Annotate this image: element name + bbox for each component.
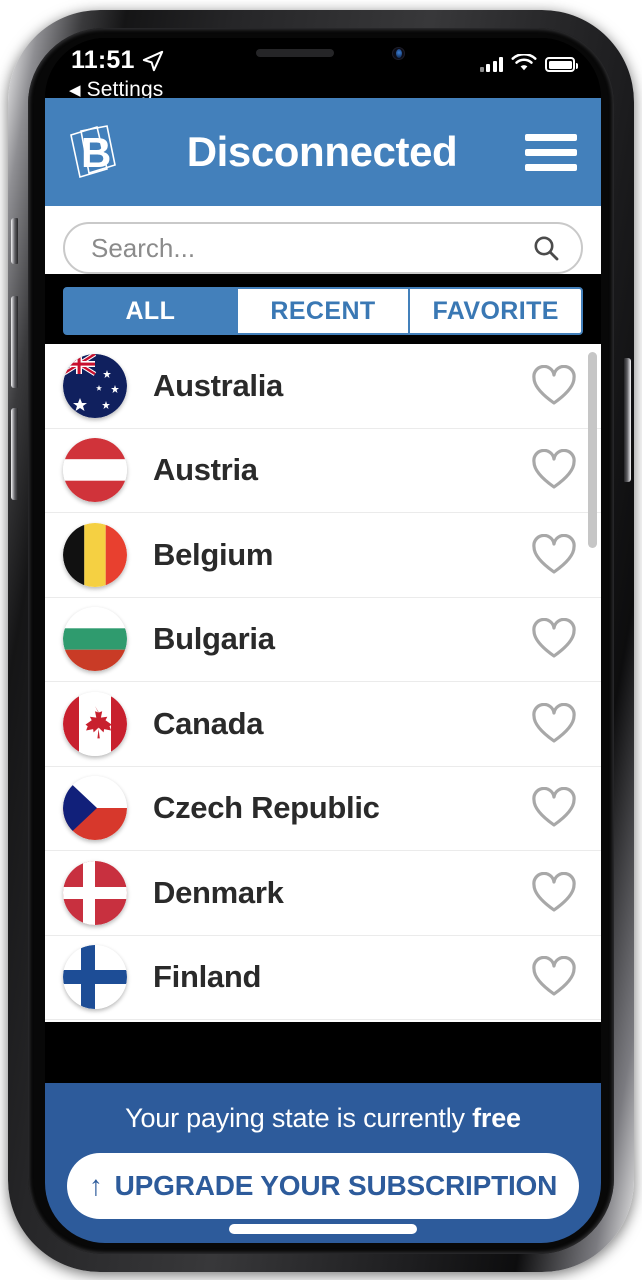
- page-title: Disconnected: [186, 128, 458, 175]
- home-indicator[interactable]: [229, 1224, 417, 1234]
- phone-screen: 11:51 ◀ Settings B Disconnected Search..…: [45, 38, 601, 1243]
- table-row[interactable]: Canada: [45, 682, 601, 767]
- up-arrow-icon: ↑: [88, 1170, 103, 1201]
- table-row[interactable]: Czech Republic: [45, 766, 601, 851]
- table-row[interactable]: Belgium: [45, 513, 601, 598]
- favorite-heart-icon[interactable]: [531, 618, 577, 660]
- back-chevron-icon: ◀: [69, 81, 81, 99]
- brand-b-logo: B: [70, 125, 116, 179]
- flag-bulgaria-icon: [63, 607, 127, 672]
- table-row[interactable]: Denmark: [45, 851, 601, 936]
- country-name: Canada: [153, 705, 264, 741]
- status-indicators: [479, 54, 578, 72]
- favorite-heart-icon[interactable]: [531, 787, 577, 829]
- favorite-heart-icon[interactable]: [531, 364, 577, 407]
- flag-czech-republic-icon: [63, 776, 127, 841]
- favorite-heart-icon[interactable]: [531, 702, 577, 745]
- list-scrollbar[interactable]: [588, 352, 597, 548]
- mute-switch[interactable]: [11, 218, 18, 264]
- cellular-signal-icon: [479, 57, 503, 72]
- volume-up-button[interactable]: [11, 296, 18, 388]
- subscription-banner: Your paying state is currently free ↑ UP…: [45, 1083, 601, 1243]
- table-row[interactable]: Australia: [45, 344, 601, 429]
- battery-level: [548, 60, 572, 69]
- flag-austria-icon: [63, 438, 127, 503]
- table-row[interactable]: Austria: [45, 428, 601, 513]
- flag-canada-icon: [63, 691, 127, 756]
- search-placeholder: Search...: [91, 232, 196, 263]
- favorite-heart-icon[interactable]: [531, 449, 577, 491]
- search-icon[interactable]: [531, 233, 561, 263]
- upgrade-button-label: UPGRADE YOUR SUBSCRIPTION: [114, 1170, 558, 1201]
- upgrade-subscription-button[interactable]: ↑ UPGRADE YOUR SUBSCRIPTION: [67, 1153, 579, 1219]
- country-list[interactable]: Australia Austria Belgium Bulgaria Canad…: [45, 344, 601, 1022]
- tab-recent[interactable]: RECENT: [235, 287, 411, 335]
- status-time: 11:51: [71, 46, 135, 74]
- country-name: Bulgaria: [153, 621, 275, 657]
- country-name: Finland: [153, 959, 262, 995]
- tab-all[interactable]: ALL: [63, 287, 238, 335]
- flag-belgium-icon: [63, 522, 127, 587]
- search-area: Search...: [45, 206, 601, 274]
- table-row[interactable]: Bulgaria: [45, 597, 601, 682]
- front-camera-icon: [392, 47, 405, 60]
- country-name: Austria: [153, 452, 258, 488]
- favorite-heart-icon[interactable]: [531, 533, 577, 576]
- country-name: Denmark: [153, 874, 284, 910]
- app-header: B Disconnected: [45, 98, 601, 206]
- notch: [213, 38, 433, 68]
- volume-down-button[interactable]: [11, 408, 18, 500]
- flag-finland-icon: [63, 945, 127, 1010]
- flag-australia-icon: [63, 353, 127, 418]
- favorite-heart-icon[interactable]: [531, 871, 577, 914]
- filter-tabs: ALL RECENT FAVORITE: [63, 287, 584, 335]
- favorite-heart-icon[interactable]: [531, 956, 577, 998]
- power-button[interactable]: [624, 358, 631, 482]
- flag-denmark-icon: [63, 860, 127, 925]
- table-row[interactable]: Finland: [45, 935, 601, 1020]
- hamburger-menu-icon[interactable]: [525, 133, 577, 171]
- battery-icon: [545, 57, 578, 72]
- tab-favorite[interactable]: FAVORITE: [408, 287, 584, 335]
- country-name: Australia: [153, 367, 283, 403]
- location-arrow-icon: [142, 50, 163, 71]
- country-name: Czech Republic: [153, 790, 380, 826]
- country-name: Belgium: [153, 536, 274, 572]
- search-input[interactable]: Search...: [63, 222, 583, 274]
- paying-state-prefix: Your paying state is currently: [125, 1103, 473, 1133]
- paying-state-text: Your paying state is currently free: [67, 1103, 579, 1134]
- svg-text:B: B: [81, 129, 111, 176]
- wifi-icon: [511, 54, 537, 71]
- paying-state-value: free: [472, 1103, 521, 1133]
- speaker-grille-icon: [256, 49, 334, 57]
